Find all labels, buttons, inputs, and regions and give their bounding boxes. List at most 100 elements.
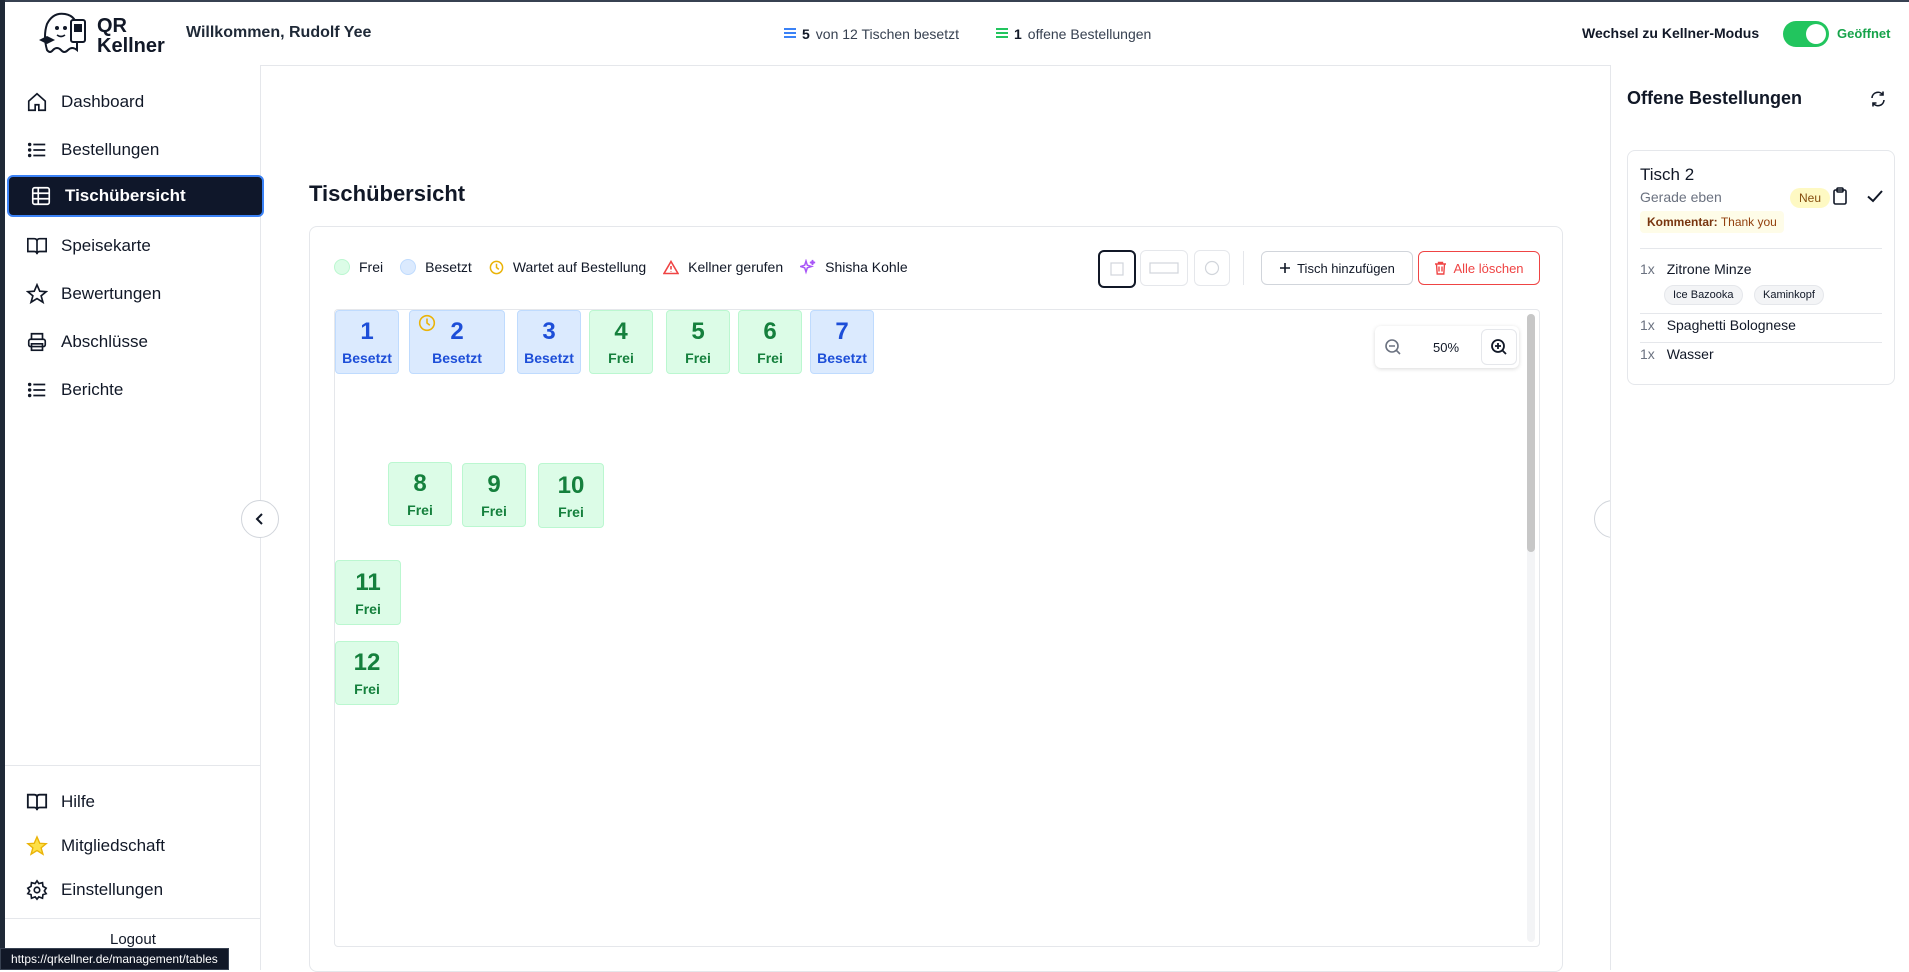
table-8[interactable]: 8 Frei [388, 462, 452, 526]
sidebar-item-label: Mitgliedschaft [61, 836, 165, 855]
item-qty: 1x [1640, 346, 1655, 362]
sidebar-item-label: Tischübersicht [65, 186, 186, 205]
order-table-title: Tisch 2 [1640, 165, 1695, 184]
sidebar-item-closings[interactable]: Abschlüsse [25, 322, 265, 362]
order-comment: Kommentar: Thank you [1640, 211, 1784, 233]
sidebar-item-label: Speisekarte [61, 236, 151, 255]
tables-occupied-count: 5 [802, 26, 810, 42]
delete-order-button[interactable] [1832, 187, 1848, 210]
table-number: 11 [355, 568, 381, 596]
legend-shisha: Shisha Kohle [800, 259, 908, 275]
sidebar-item-table-overview[interactable]: Tischübersicht [7, 175, 264, 217]
page-title: Tischübersicht [309, 181, 466, 206]
comment-text: Thank you [1720, 215, 1777, 229]
welcome-text: Willkommen, Rudolf Yee [186, 24, 372, 41]
sidebar-divider [5, 765, 260, 766]
sidebar-item-menu[interactable]: Speisekarte [25, 226, 265, 266]
item-extra-chip: Kaminkopf [1754, 285, 1824, 305]
qr-kellner-logo[interactable]: QR Kellner [37, 10, 167, 58]
divider [1640, 248, 1882, 249]
table-grid-icon [29, 184, 53, 208]
sidebar-item-label: Abschlüsse [61, 332, 148, 351]
table-10[interactable]: 10 Frei [538, 463, 604, 528]
sidebar-item-orders[interactable]: Bestellungen [25, 130, 265, 170]
refresh-icon [1871, 91, 1885, 107]
delete-all-button[interactable]: Alle löschen [1418, 251, 1540, 285]
sidebar-item-settings[interactable]: Einstellungen [25, 870, 265, 910]
table-number: 2 [450, 318, 464, 345]
table-status: Frei [354, 681, 380, 697]
table-2[interactable]: 2 Besetzt [409, 310, 505, 374]
table-9[interactable]: 9 Frei [462, 463, 526, 527]
divider [1640, 313, 1882, 314]
clock-icon [418, 314, 436, 337]
sidebar-item-dashboard[interactable]: Dashboard [25, 82, 265, 122]
table-status: Frei [608, 350, 634, 366]
open-status-label: Geöffnet [1837, 26, 1891, 41]
trash-icon [1435, 261, 1447, 275]
warning-icon [663, 259, 680, 275]
add-table-button[interactable]: Tisch hinzufügen [1261, 251, 1413, 285]
table-floor-canvas[interactable]: 1 Besetzt 2 Besetzt 3 Besetzt 4 Frei 5 F… [334, 309, 1540, 947]
table-7[interactable]: 7 Besetzt [810, 310, 874, 374]
table-number: 12 [353, 649, 381, 676]
order-item: 1x Spaghetti Bolognese [1640, 317, 1796, 333]
order-item: 1x Wasser [1640, 346, 1714, 362]
refresh-button[interactable] [1869, 90, 1887, 113]
sidebar-item-label: Einstellungen [61, 880, 164, 899]
scrollbar-thumb[interactable] [1527, 314, 1535, 552]
order-card[interactable]: Tisch 2 Gerade eben Neu Kommentar: Thank… [1627, 150, 1895, 385]
legend-free: Frei [334, 259, 383, 275]
sidebar-item-help[interactable]: Hilfe [25, 782, 265, 822]
item-name: Zitrone Minze [1666, 261, 1752, 277]
sidebar-item-membership[interactable]: Mitgliedschaft [25, 826, 265, 866]
zoom-in-button[interactable] [1481, 329, 1517, 365]
table-status: Frei [355, 600, 381, 617]
open-orders-count: 1 [1014, 26, 1022, 42]
table-status: Frei [757, 350, 783, 366]
table-4[interactable]: 4 Frei [589, 310, 653, 374]
canvas-scrollbar[interactable] [1527, 314, 1535, 942]
circle-shape-button[interactable] [1194, 250, 1230, 286]
open-orders-panel: Offene Bestellungen Tisch 2 Gerade eben … [1610, 65, 1909, 970]
table-number: 9 [487, 471, 501, 498]
waiter-mode-link[interactable]: Wechsel zu Kellner-Modus [1582, 25, 1759, 41]
square-shape-button[interactable] [1098, 250, 1136, 288]
item-name: Spaghetti Bolognese [1666, 317, 1796, 333]
table-3[interactable]: 3 Besetzt [517, 310, 581, 374]
legend-label: Wartet auf Bestellung [512, 259, 647, 275]
table-number: 4 [614, 318, 628, 345]
legend-label: Besetzt [425, 259, 472, 275]
item-qty: 1x [1640, 261, 1655, 277]
table-status: Frei [407, 502, 433, 518]
zoom-out-button[interactable] [1375, 329, 1411, 365]
square-icon [1110, 262, 1124, 276]
list-icon [784, 26, 796, 42]
table-6[interactable]: 6 Frei [738, 310, 802, 374]
open-status-toggle[interactable] [1783, 21, 1829, 47]
legend-label: Shisha Kohle [825, 259, 908, 275]
rectangle-shape-button[interactable] [1140, 250, 1188, 286]
book-open-icon [25, 790, 49, 814]
table-status: Besetzt [342, 350, 392, 366]
table-12[interactable]: 12 Frei [335, 641, 399, 705]
table-5[interactable]: 5 Frei [666, 310, 730, 374]
table-1[interactable]: 1 Besetzt [335, 310, 399, 374]
collapse-sidebar-button[interactable] [241, 500, 279, 538]
order-time: Gerade eben [1640, 189, 1722, 205]
table-11[interactable]: 11 Frei [335, 560, 401, 625]
complete-order-button[interactable] [1866, 187, 1884, 210]
busy-dot-icon [400, 259, 417, 275]
sidebar-item-reviews[interactable]: Bewertungen [25, 274, 265, 314]
sidebar-item-label: Berichte [61, 380, 124, 399]
table-overview-panel: Frei Besetzt Wartet auf Bestellung Kelln… [309, 226, 1563, 972]
sidebar-item-label: Dashboard [61, 92, 145, 111]
home-icon [25, 90, 49, 114]
item-qty: 1x [1640, 317, 1655, 333]
legend-waiter-called: Kellner gerufen [663, 259, 783, 275]
table-number: 7 [835, 318, 849, 345]
order-item: 1x Zitrone Minze [1640, 261, 1752, 277]
legend-label: Kellner gerufen [688, 259, 784, 275]
sidebar-item-reports[interactable]: Berichte [25, 370, 265, 410]
status-legend: Frei Besetzt Wartet auf Bestellung Kelln… [334, 259, 925, 275]
